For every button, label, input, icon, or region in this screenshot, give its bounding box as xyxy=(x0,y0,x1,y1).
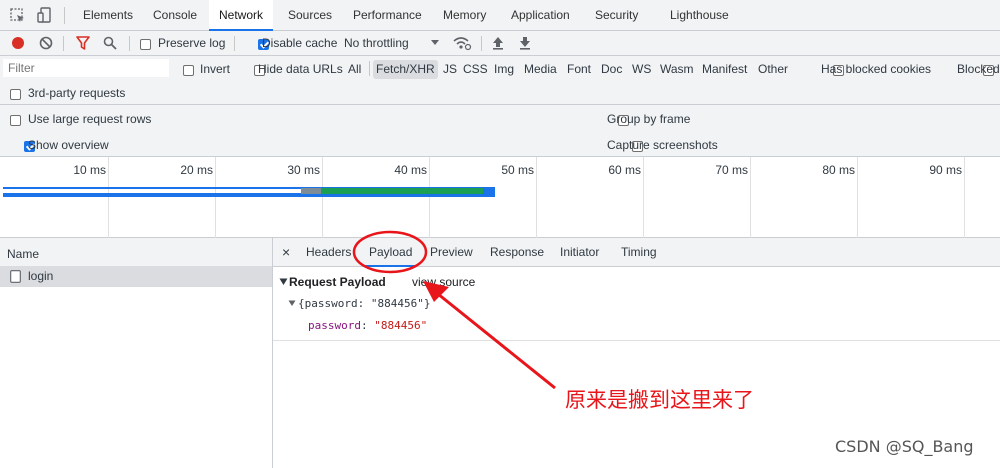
tab-performance[interactable]: Performance xyxy=(353,0,422,31)
show-overview-label: Show overview xyxy=(28,138,109,152)
tab-preview[interactable]: Preview xyxy=(430,238,473,266)
filter-icon[interactable] xyxy=(76,36,90,50)
tab-initiator[interactable]: Initiator xyxy=(560,238,599,266)
hide-data-urls-label: Hide data URLs xyxy=(258,62,343,76)
request-list: Name login xyxy=(0,238,273,468)
payload-property: password: "884456" xyxy=(308,319,427,332)
type-filter-wasm[interactable]: Wasm xyxy=(657,60,697,79)
annotation-text: 原来是搬到这里来了 xyxy=(565,388,754,412)
payload-property-key: password xyxy=(308,319,361,332)
tab-response[interactable]: Response xyxy=(490,238,544,266)
third-party-bar: 3rd-party requests xyxy=(0,81,1000,105)
invert-checkbox[interactable] xyxy=(183,65,194,77)
overview-tick-label: 40 ms xyxy=(394,163,427,177)
third-party-label: 3rd-party requests xyxy=(28,86,126,100)
tab-memory[interactable]: Memory xyxy=(443,0,486,31)
disable-cache-label: Disable cache xyxy=(262,36,338,50)
has-blocked-cookies-label: Has blocked cookies xyxy=(821,62,932,76)
tab-elements[interactable]: Elements xyxy=(83,0,133,31)
table-row[interactable]: login xyxy=(0,266,272,287)
network-settings-pane: Use large request rows Show overview Gro… xyxy=(0,105,1000,157)
blocked-label: Blocked xyxy=(957,62,1000,76)
overview-tick-label: 50 ms xyxy=(501,163,534,177)
overview-waiting-segment xyxy=(321,188,483,194)
watermark: CSDN @SQ_Bang xyxy=(835,437,974,456)
group-by-frame-label: Group by frame xyxy=(607,112,691,126)
payload-property-separator: : xyxy=(360,319,375,332)
export-har-icon[interactable] xyxy=(519,36,531,50)
overview-tick-label: 90 ms xyxy=(929,163,962,177)
request-payload-title: Request Payload xyxy=(289,275,386,289)
clear-icon[interactable] xyxy=(39,36,53,50)
capture-screenshots-label: Capture screenshots xyxy=(607,138,718,152)
close-icon[interactable]: × xyxy=(282,238,290,266)
large-rows-checkbox[interactable] xyxy=(10,115,21,127)
tab-network[interactable]: Network xyxy=(209,0,274,31)
triangle-down-icon[interactable] xyxy=(279,278,288,286)
type-filter-css[interactable]: CSS xyxy=(460,60,491,79)
overview-tick-label: 70 ms xyxy=(715,163,748,177)
tab-lighthouse[interactable]: Lighthouse xyxy=(670,0,729,31)
record-icon[interactable] xyxy=(11,36,25,50)
overview-tick-label: 60 ms xyxy=(608,163,641,177)
overview-tick-label: 30 ms xyxy=(287,163,320,177)
type-filter-font[interactable]: Font xyxy=(564,60,594,79)
tab-payload[interactable]: Payload xyxy=(364,238,417,267)
preserve-log-label: Preserve log xyxy=(158,36,226,50)
tab-sources[interactable]: Sources xyxy=(288,0,332,31)
view-source-link[interactable]: view source xyxy=(412,275,475,289)
type-filter-fetch-xhr[interactable]: Fetch/XHR xyxy=(373,60,438,79)
type-filter-doc[interactable]: Doc xyxy=(598,60,625,79)
name-column-header[interactable]: Name xyxy=(7,247,39,261)
network-conditions-icon[interactable] xyxy=(452,35,472,51)
overview-stalled-segment xyxy=(301,188,321,194)
overview-tick-label: 20 ms xyxy=(180,163,213,177)
import-har-icon[interactable] xyxy=(492,36,504,50)
tab-headers[interactable]: Headers xyxy=(306,238,351,266)
tab-timing[interactable]: Timing xyxy=(621,238,657,266)
tab-application[interactable]: Application xyxy=(511,0,570,31)
preserve-log-checkbox[interactable] xyxy=(140,39,151,51)
large-rows-label: Use large request rows xyxy=(28,112,152,126)
type-filter-media[interactable]: Media xyxy=(521,60,560,79)
type-filter-manifest[interactable]: Manifest xyxy=(699,60,750,79)
devtools-tab-bar: Elements Console Network Sources Perform… xyxy=(0,0,1000,31)
network-toolbar: Preserve log Disable cache No throttling xyxy=(0,31,1000,56)
overview-tick-label: 80 ms xyxy=(822,163,855,177)
triangle-down-icon[interactable] xyxy=(288,300,296,307)
overview-tick-label: 10 ms xyxy=(73,163,106,177)
detail-tab-bar: × Headers Payload Preview Response Initi… xyxy=(273,238,1000,267)
third-party-checkbox[interactable] xyxy=(10,89,21,101)
request-detail-panel: × Headers Payload Preview Response Initi… xyxy=(273,238,1000,468)
request-list-header: Name xyxy=(0,238,272,267)
document-icon xyxy=(10,270,21,283)
search-icon[interactable] xyxy=(103,36,117,50)
filter-input[interactable] xyxy=(3,59,169,77)
payload-object-summary: {password: "884456"} xyxy=(298,297,431,310)
type-filter-js[interactable]: JS xyxy=(440,60,460,79)
type-filter-all[interactable]: All xyxy=(345,60,364,79)
tab-console[interactable]: Console xyxy=(153,0,197,31)
device-toolbar-icon[interactable] xyxy=(37,7,53,24)
type-filter-other[interactable]: Other xyxy=(755,60,791,79)
request-name: login xyxy=(28,269,54,283)
type-filter-ws[interactable]: WS xyxy=(629,60,654,79)
throttling-select[interactable]: No throttling xyxy=(344,36,409,50)
chevron-down-icon[interactable] xyxy=(430,39,440,47)
filter-bar: Invert Hide data URLs All Fetch/XHR JS C… xyxy=(0,56,1000,81)
overview-download-segment xyxy=(483,188,495,194)
invert-label: Invert xyxy=(200,62,231,76)
inspect-element-icon[interactable] xyxy=(10,8,26,24)
network-overview[interactable]: 10 ms 20 ms 30 ms 40 ms 50 ms 60 ms 70 m… xyxy=(0,157,1000,238)
tab-security[interactable]: Security xyxy=(595,0,638,31)
type-filter-img[interactable]: Img xyxy=(491,60,517,79)
payload-property-value: "884456" xyxy=(374,319,428,332)
